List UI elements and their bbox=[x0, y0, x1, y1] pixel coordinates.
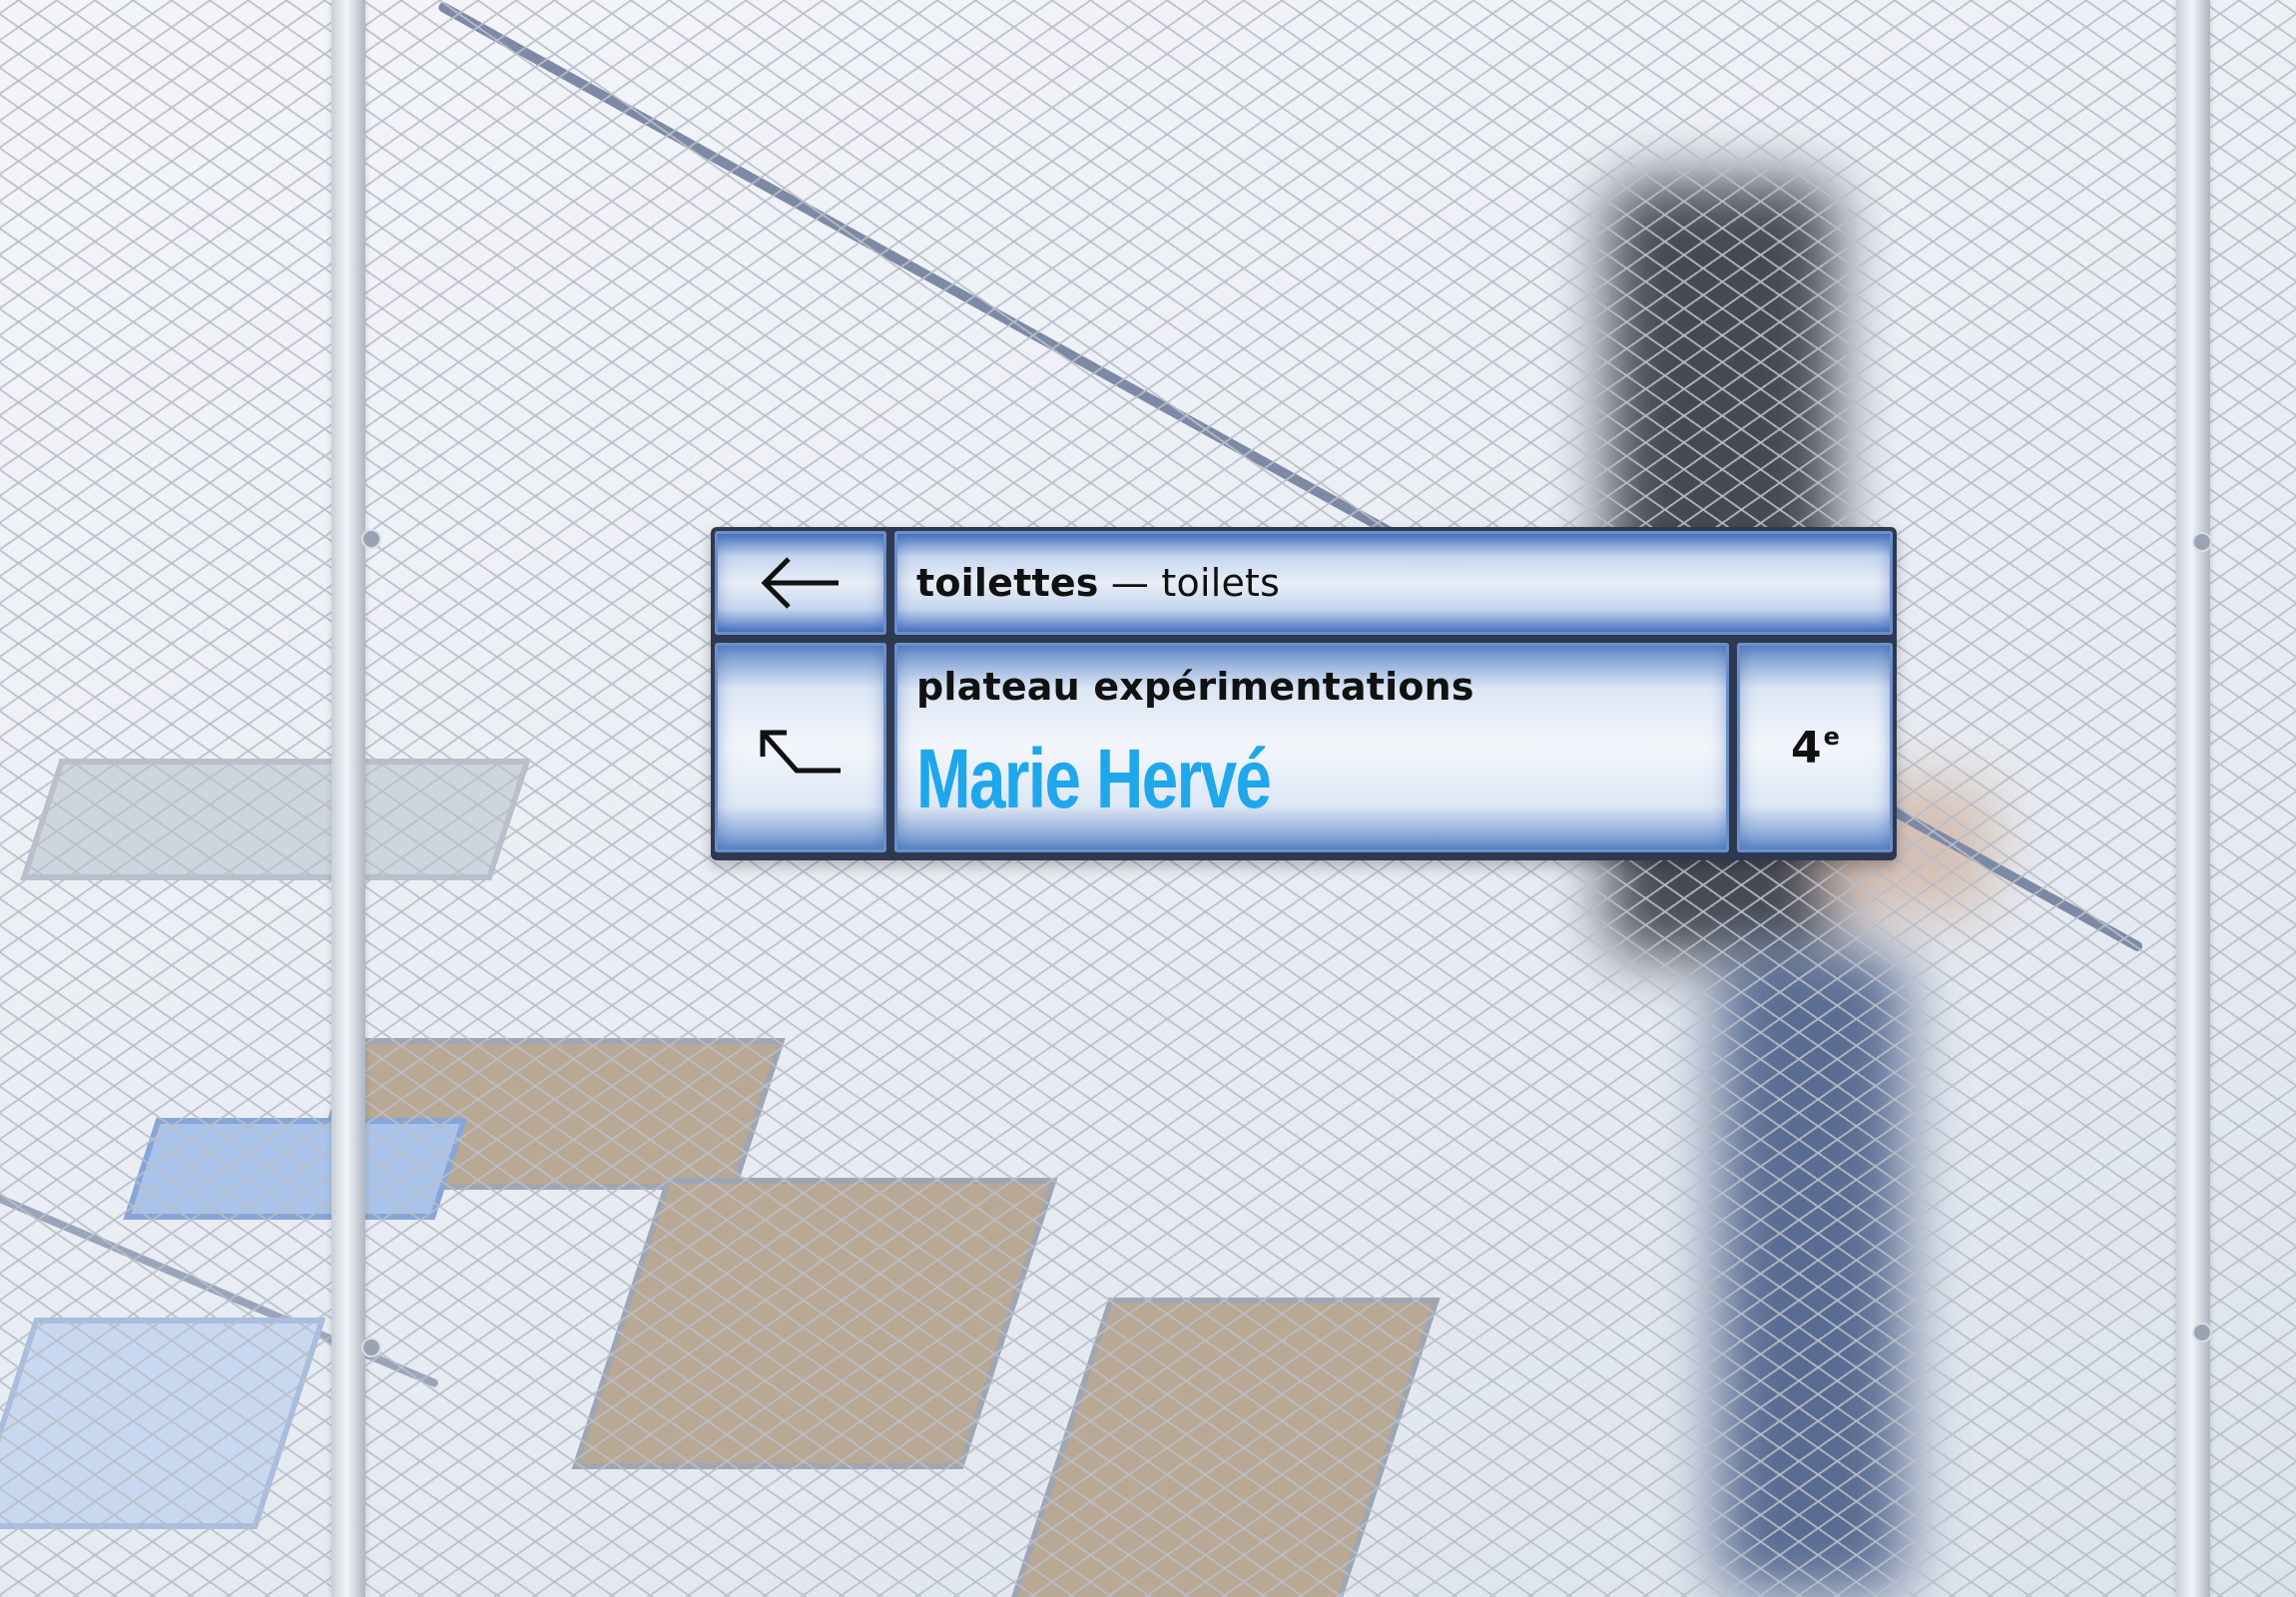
stair-step bbox=[123, 1118, 468, 1220]
bolt bbox=[2192, 1323, 2212, 1342]
floor-panel: 4e bbox=[1737, 643, 1893, 852]
bolt bbox=[361, 1337, 381, 1357]
floor-digit: 4 bbox=[1791, 723, 1822, 774]
destination-panel: plateau expérimentations Marie Hervé bbox=[894, 643, 1729, 852]
blurred-person-legs bbox=[1717, 948, 1907, 1597]
arrow-left-icon bbox=[761, 557, 839, 609]
toilets-label: toilettes — toilets bbox=[916, 561, 1280, 605]
arrow-up-left-panel bbox=[715, 643, 886, 852]
metal-post-right bbox=[2176, 0, 2210, 1597]
bolt bbox=[361, 529, 381, 549]
label-separator: — bbox=[1098, 561, 1162, 605]
wayfinding-sign: toilettes — toilets plateau expérimentat… bbox=[711, 527, 1897, 860]
floor-number: 4e bbox=[1791, 723, 1840, 774]
person-name: Marie Hervé bbox=[916, 732, 1272, 825]
bolt bbox=[2192, 532, 2212, 552]
destination-label: plateau expérimentations bbox=[916, 665, 1474, 709]
stair-step bbox=[20, 759, 531, 880]
floor-suffix: e bbox=[1823, 723, 1840, 751]
toilets-label-en: toilets bbox=[1161, 561, 1281, 605]
arrow-up-left-icon bbox=[760, 730, 841, 774]
toilets-panel: toilettes — toilets bbox=[894, 531, 1893, 635]
arrow-left-panel bbox=[715, 531, 886, 635]
metal-post-left bbox=[331, 0, 365, 1597]
photo-scene: toilettes — toilets plateau expérimentat… bbox=[0, 0, 2296, 1597]
toilets-label-fr: toilettes bbox=[916, 561, 1099, 605]
